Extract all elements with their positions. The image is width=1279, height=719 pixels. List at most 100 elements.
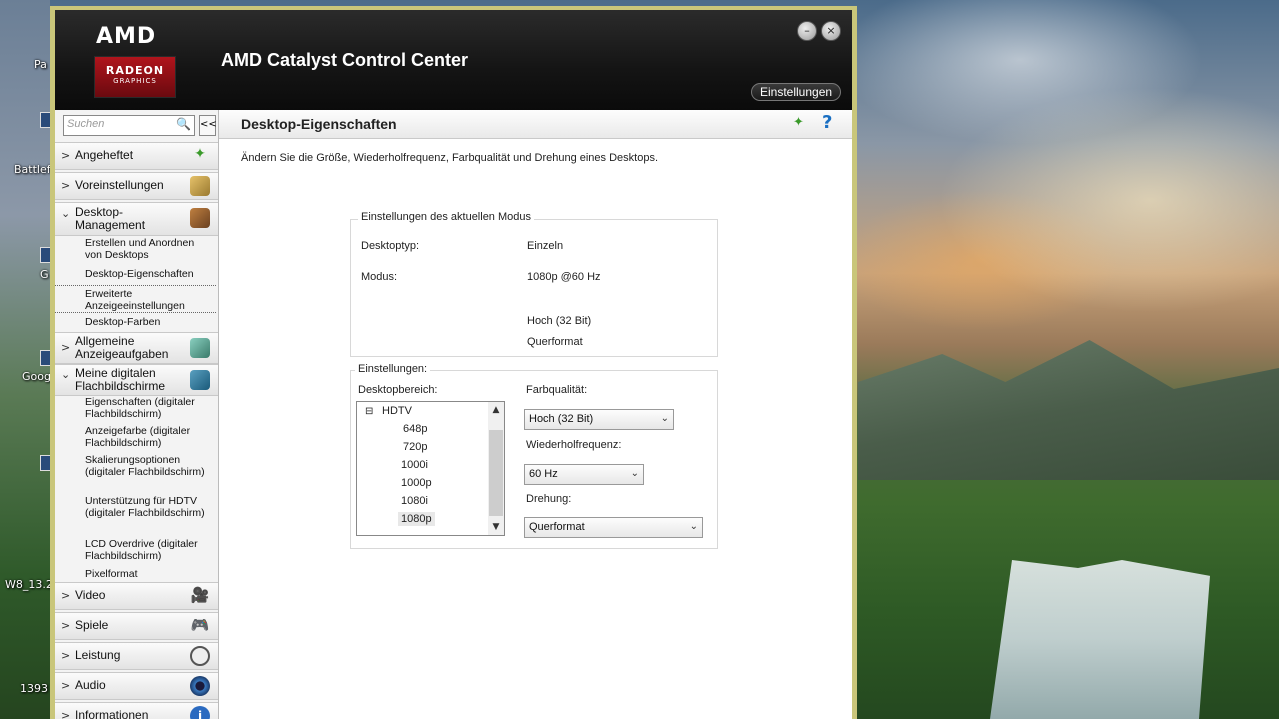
- sidebar-category-information[interactable]: > Informationen i: [55, 702, 218, 719]
- amd-radeon-logo: AMD RADEON GRAPHICS: [88, 20, 184, 100]
- scroll-up-icon[interactable]: ▲: [488, 402, 504, 418]
- search-input[interactable]: Suchen 🔍: [63, 115, 195, 136]
- category-label: Informationen: [75, 708, 149, 719]
- sidebar-item-desktop-colors[interactable]: Desktop-Farben: [85, 316, 211, 328]
- sidebar-item-scaling-options[interactable]: Skalierungsoptionen (digitaler Flachbild…: [85, 454, 211, 478]
- tree-item-resolution[interactable]: 1000i: [401, 459, 428, 471]
- tree-item-resolution[interactable]: 1080i: [401, 495, 428, 507]
- sidebar-navigation: Suchen 🔍 << > Angeheftet ✦ > Voreinstell…: [55, 110, 219, 719]
- chevron-right-icon: >: [61, 649, 71, 662]
- category-label: Audio: [75, 678, 106, 692]
- tree-item-selected[interactable]: 1080p: [398, 512, 435, 526]
- gamepad-icon: 🎮: [190, 616, 210, 634]
- orientation-current-value: Querformat: [527, 336, 583, 348]
- tree-item-resolution[interactable]: 1000p: [401, 477, 432, 489]
- listbox-scrollbar[interactable]: ▲ ▼: [488, 402, 504, 535]
- chevron-right-icon: >: [61, 619, 71, 632]
- desktop-label[interactable]: Goog: [22, 370, 51, 383]
- category-label: Allgemeine Anzeigeaufgaben: [75, 334, 169, 361]
- help-icon[interactable]: ?: [822, 112, 832, 133]
- chevron-down-icon: ⌄: [61, 368, 71, 381]
- search-placeholder: Suchen: [67, 118, 105, 130]
- chevron-right-icon: >: [61, 589, 71, 602]
- content-header: Desktop-Eigenschaften ✦ ?: [219, 110, 852, 139]
- sidebar-category-desktop-management[interactable]: ⌄ Desktop- Management: [55, 202, 218, 236]
- desktop-area-label: Desktopbereich:: [358, 384, 438, 396]
- sidebar-category-video[interactable]: > Video 🎥: [55, 582, 218, 610]
- color-quality-current-value: Hoch (32 Bit): [527, 315, 592, 327]
- chevron-down-icon: ⌄: [689, 521, 698, 532]
- minimize-button[interactable]: –: [797, 21, 817, 41]
- gauge-icon: [190, 646, 210, 666]
- chevron-right-icon: >: [61, 679, 71, 692]
- category-label: Leistung: [75, 648, 121, 662]
- wallpaper-waterfall: [990, 560, 1210, 719]
- sidebar-item-display-color[interactable]: Anzeigefarbe (digitaler Flachbildschirm): [85, 425, 211, 449]
- desktop-label[interactable]: W8_13.2: [5, 578, 53, 591]
- settings-legend: Einstellungen:: [355, 363, 431, 375]
- category-label: Desktop- Management: [75, 205, 146, 232]
- desktop-area-listbox[interactable]: ⊟ HDTV 648p 720p 1000i 1000p 1080i 1080p…: [356, 401, 505, 536]
- sidebar-category-voreinstellungen[interactable]: > Voreinstellungen: [55, 172, 218, 200]
- desktop-type-value: Einzeln: [527, 240, 564, 252]
- category-label: Video: [75, 588, 106, 602]
- close-button[interactable]: ×: [821, 21, 841, 41]
- pin-icon: ✦: [194, 146, 206, 162]
- sidebar-item-pixel-format[interactable]: Pixelformat: [85, 568, 211, 580]
- category-label: Voreinstellungen: [75, 178, 164, 192]
- color-quality-select[interactable]: Hoch (32 Bit) ⌄: [524, 409, 674, 430]
- sidebar-item-lcd-overdrive[interactable]: LCD Overdrive (digitaler Flachbildschirm…: [85, 538, 211, 562]
- scrollbar-thumb[interactable]: [489, 430, 503, 516]
- sidebar-category-angeheftet[interactable]: > Angeheftet ✦: [55, 142, 218, 170]
- rotation-value: Querformat: [529, 521, 585, 533]
- category-label: Meine digitalen Flachbildschirme: [75, 366, 166, 393]
- sidebar-category-audio[interactable]: > Audio: [55, 672, 218, 700]
- sidebar-item-advanced-display-settings[interactable]: Erweiterte Anzeigeeinstellungen: [55, 285, 216, 313]
- current-mode-legend: Einstellungen des aktuellen Modus: [358, 211, 535, 223]
- app-header: AMD RADEON GRAPHICS AMD Catalyst Control…: [55, 10, 852, 110]
- graphics-text: GRAPHICS: [113, 77, 157, 85]
- desktop-label[interactable]: 1393: [20, 682, 48, 695]
- color-quality-label: Farbqualität:: [526, 384, 588, 396]
- chevron-down-icon: ⌄: [660, 413, 669, 424]
- tree-item-resolution[interactable]: 720p: [403, 441, 427, 453]
- chevron-right-icon: >: [61, 149, 71, 162]
- rotation-label: Drehung:: [526, 493, 572, 505]
- page-title: Desktop-Eigenschaften: [241, 116, 397, 132]
- app-title: AMD Catalyst Control Center: [221, 50, 469, 70]
- sidebar-item-hdtv-support[interactable]: Unterstützung für HDTV (digitaler Flachb…: [85, 495, 211, 519]
- tree-item-resolution[interactable]: 648p: [403, 423, 427, 435]
- tree-collapse-icon[interactable]: ⊟: [365, 406, 373, 417]
- mode-label: Modus:: [361, 271, 398, 283]
- chevron-right-icon: >: [61, 709, 71, 719]
- desktop-label[interactable]: Pa: [34, 58, 47, 71]
- search-icon[interactable]: 🔍: [176, 117, 191, 131]
- desktop-label[interactable]: Battlef: [14, 163, 51, 176]
- refresh-rate-value: 60 Hz: [529, 468, 558, 480]
- speaker-icon: [190, 676, 210, 696]
- sidebar-item-create-arrange-desktops[interactable]: Erstellen und Anordnen von Desktops: [85, 237, 211, 261]
- content-panel: Desktop-Eigenschaften ✦ ? Ändern Sie die…: [219, 110, 852, 719]
- scroll-down-icon[interactable]: ▼: [488, 519, 504, 535]
- chevron-right-icon: >: [61, 341, 71, 354]
- sidebar-category-general-display-tasks[interactable]: > Allgemeine Anzeigeaufgaben: [55, 332, 218, 364]
- sidebar-category-digital-flat-panels[interactable]: ⌄ Meine digitalen Flachbildschirme: [55, 364, 218, 396]
- desktop-label[interactable]: G: [40, 268, 49, 281]
- sidebar-item-flat-panel-properties[interactable]: Eigenschaften (digitaler Flachbildschirm…: [85, 396, 211, 420]
- sidebar-item-desktop-properties[interactable]: Desktop-Eigenschaften: [85, 268, 211, 280]
- settings-button[interactable]: Einstellungen: [751, 83, 842, 101]
- pin-icon[interactable]: ✦: [793, 115, 804, 130]
- chevron-right-icon: >: [61, 179, 71, 192]
- collapse-sidebar-button[interactable]: <<: [199, 115, 217, 136]
- display-tasks-icon: [190, 338, 210, 358]
- sidebar-category-performance[interactable]: > Leistung: [55, 642, 218, 670]
- video-camera-icon: 🎥: [190, 586, 210, 604]
- refresh-rate-select[interactable]: 60 Hz ⌄: [524, 464, 644, 485]
- amd-logo-text: AMD: [96, 24, 157, 49]
- rotation-select[interactable]: Querformat ⌄: [524, 517, 703, 538]
- tree-root-hdtv[interactable]: HDTV: [382, 405, 412, 417]
- catalyst-window: AMD RADEON GRAPHICS AMD Catalyst Control…: [50, 6, 857, 719]
- chevron-down-icon: ⌄: [630, 468, 639, 479]
- sidebar-category-games[interactable]: > Spiele 🎮: [55, 612, 218, 640]
- category-label: Spiele: [75, 618, 109, 632]
